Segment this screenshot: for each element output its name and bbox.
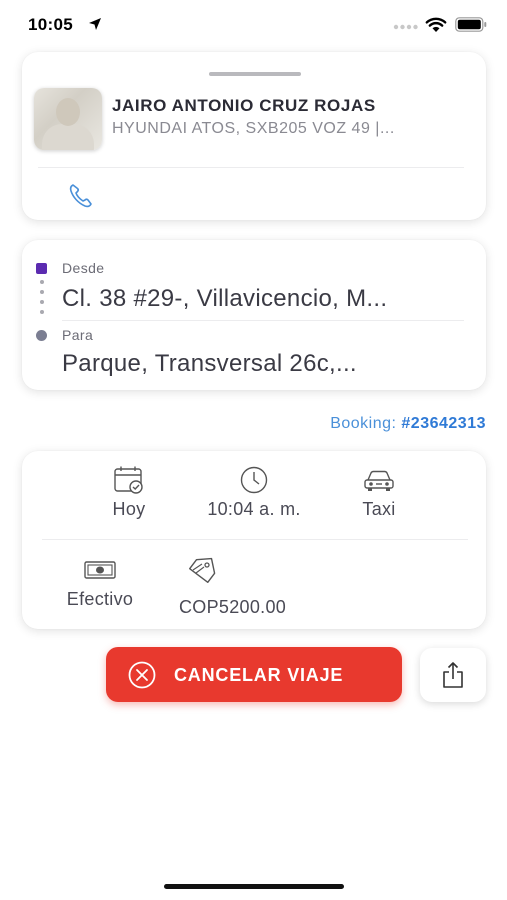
clock-icon [240, 466, 268, 494]
price-tag-icon [188, 557, 216, 584]
trip-date-value: Hoy [112, 499, 146, 519]
trip-date: Hoy [94, 465, 164, 520]
status-time: 10:05 [28, 15, 73, 34]
divider [42, 539, 468, 540]
wifi-icon [425, 17, 447, 32]
cancel-trip-button[interactable]: CANCELAR VIAJE [106, 647, 402, 702]
share-button[interactable] [420, 648, 486, 702]
trip-info-card: Hoy 10:04 a. m. Taxi Efectivo COP5200.00 [22, 451, 486, 629]
origin-address: Cl. 38 #29-, Villavicencio, M... [62, 285, 388, 312]
booking-id[interactable]: #23642313 [401, 415, 486, 432]
destination-address: Parque, Transversal 26c,... [62, 350, 357, 377]
cancel-trip-label: CANCELAR VIAJE [174, 665, 344, 685]
battery-icon [455, 17, 487, 32]
phone-icon[interactable] [66, 181, 96, 211]
payment-method-value: Efectivo [66, 589, 134, 609]
vehicle-type-value: Taxi [362, 499, 396, 519]
calendar-check-icon [114, 466, 143, 494]
destination-marker [36, 330, 47, 341]
trip-time-value: 10:04 a. m. [207, 499, 301, 519]
fare [176, 555, 228, 585]
booking-label: Booking: [330, 415, 397, 432]
divider [38, 167, 464, 168]
booking-reference: Booking: #23642313 [330, 415, 486, 433]
location-arrow-icon [89, 18, 101, 30]
driver-card: JAIRO ANTONIO CRUZ ROJAS HYUNDAI ATOS, S… [22, 52, 486, 220]
trip-time: 10:04 a. m. [190, 465, 318, 520]
origin-marker [36, 263, 47, 274]
origin-label: Desde [62, 260, 105, 276]
cash-icon [84, 561, 116, 579]
vehicle-type: Taxi [344, 465, 414, 520]
route-card: Desde Cl. 38 #29-, Villavicencio, M... P… [22, 240, 486, 390]
driver-avatar [34, 88, 102, 150]
signal-icon [393, 24, 418, 30]
sheet-grabber[interactable] [209, 72, 301, 76]
home-indicator[interactable] [164, 884, 344, 889]
destination-label: Para [62, 327, 94, 343]
fare-value: COP5200.00 [179, 597, 287, 617]
status-bar: 10:05 [0, 0, 507, 50]
vehicle-info: HYUNDAI ATOS, SXB205 VOZ 49 |... [112, 120, 395, 137]
close-circle-icon [128, 661, 156, 689]
payment-method: Efectivo [52, 555, 148, 610]
route-dots [40, 280, 44, 320]
driver-name: JAIRO ANTONIO CRUZ ROJAS [112, 96, 376, 115]
share-icon [443, 662, 463, 688]
car-icon [364, 470, 394, 491]
divider [62, 320, 464, 321]
